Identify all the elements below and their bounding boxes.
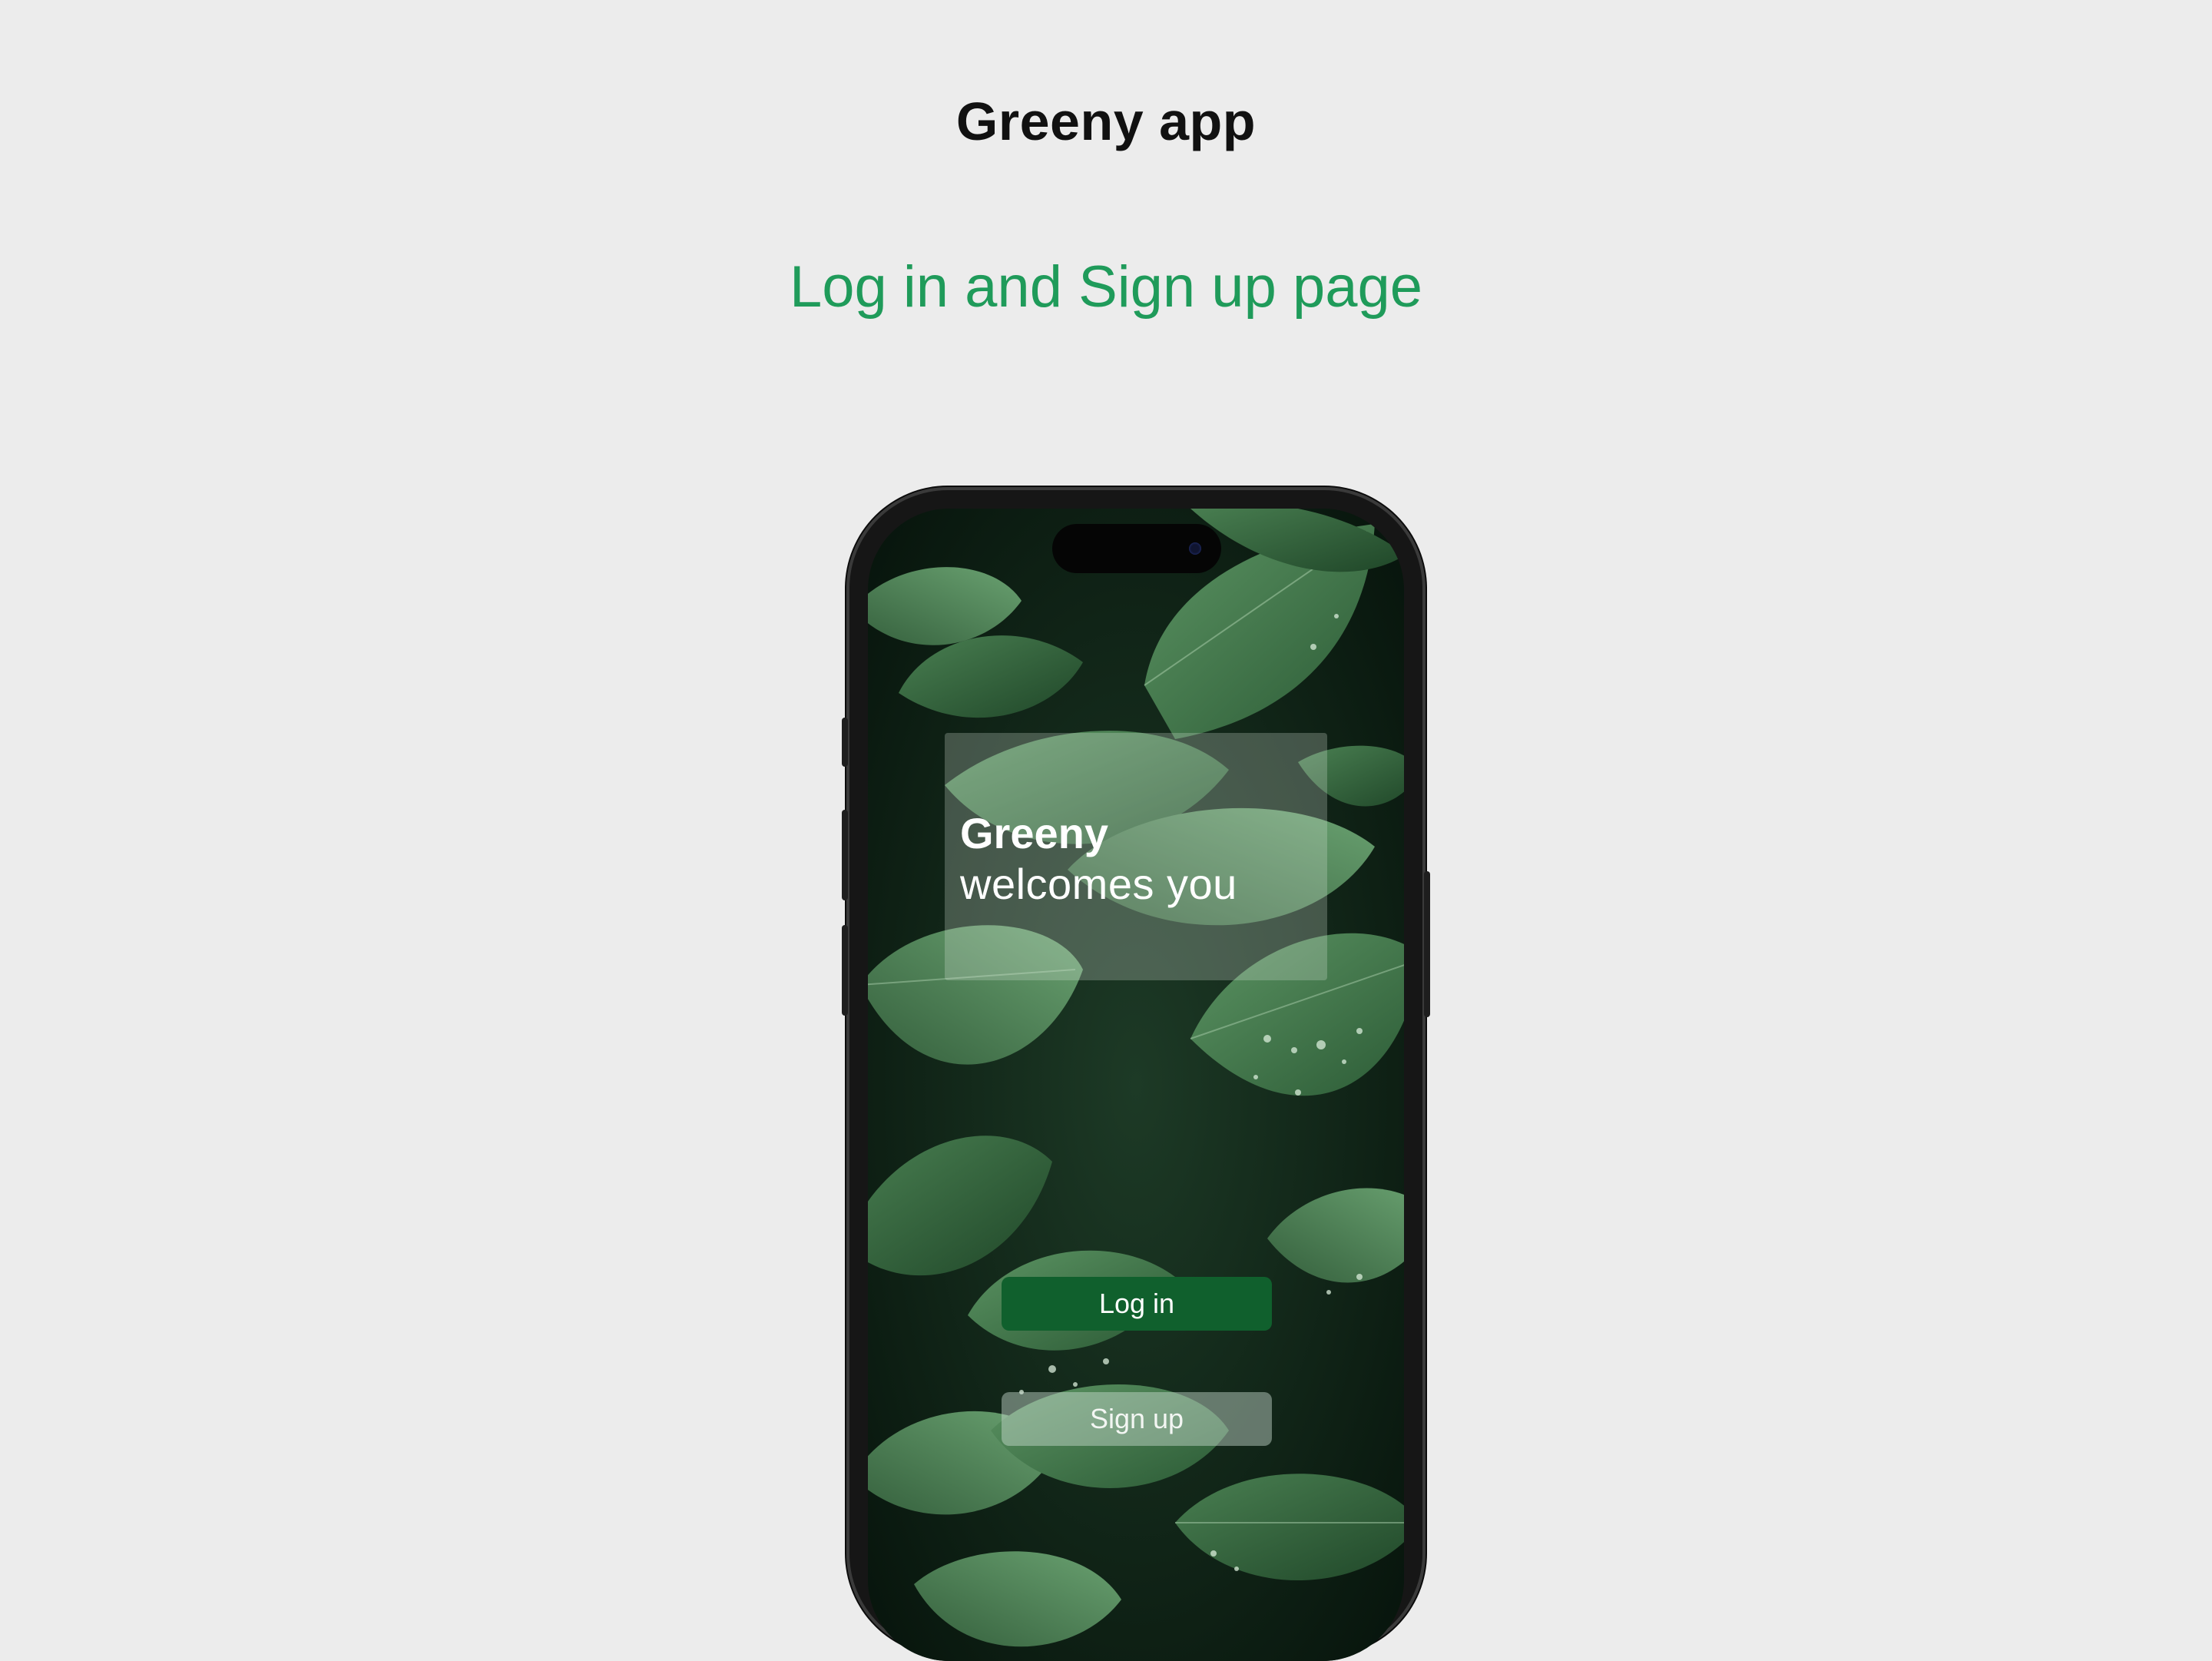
dynamic-island	[1052, 524, 1221, 573]
action-button	[842, 718, 848, 767]
volume-up-button	[842, 810, 848, 900]
welcome-tagline: welcomes you	[960, 860, 1237, 908]
page-title: Greeny app	[955, 91, 1257, 151]
leaves-background-image	[868, 509, 1404, 1661]
signup-button[interactable]: Sign up	[1002, 1392, 1272, 1446]
power-button	[1424, 871, 1430, 1017]
welcome-card: Greeny welcomes you	[945, 733, 1327, 980]
volume-down-button	[842, 925, 848, 1016]
camera-icon	[1189, 542, 1201, 555]
welcome-brand: Greeny	[960, 809, 1108, 857]
login-button[interactable]: Log in	[1002, 1277, 1272, 1331]
page-subtitle: Log in and Sign up page	[789, 254, 1423, 320]
phone-mockup: Greeny welcomes you Log in Sign up	[842, 487, 1430, 1661]
phone-screen: Greeny welcomes you Log in Sign up	[868, 509, 1404, 1661]
